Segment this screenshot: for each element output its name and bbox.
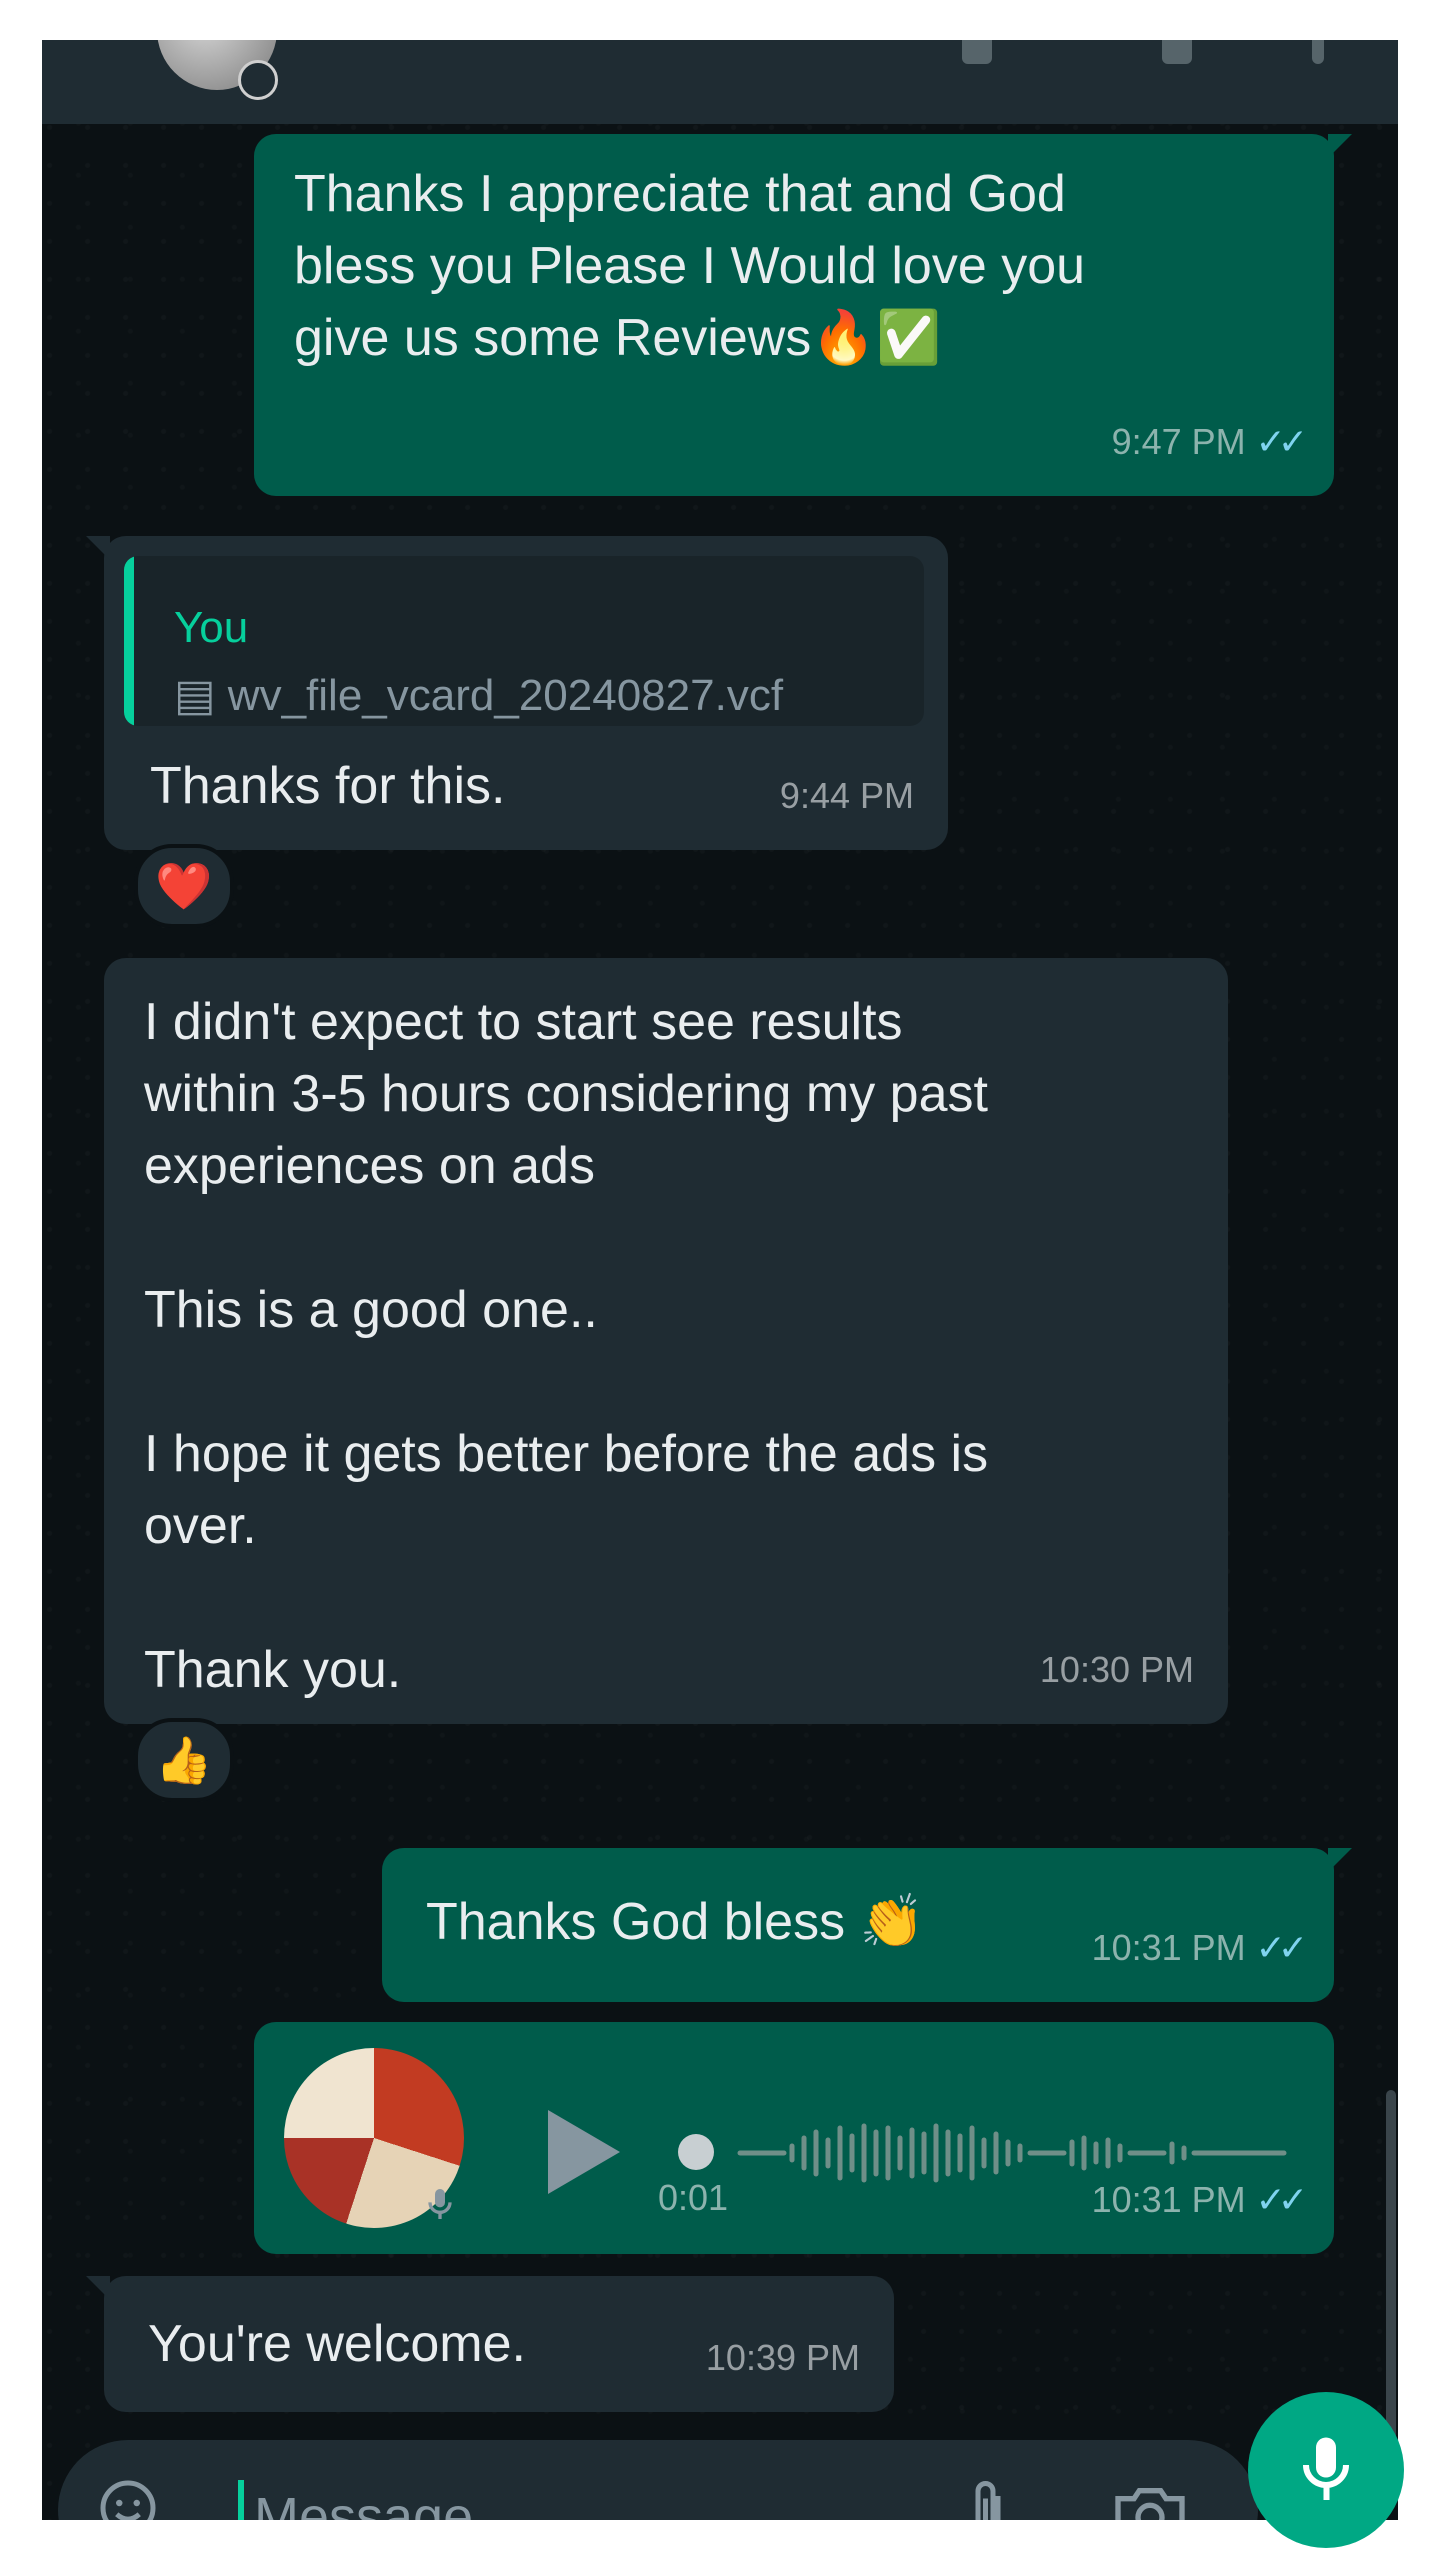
status-ring-icon	[238, 60, 278, 100]
outgoing-message[interactable]: Thanks I appreciate that and God bless y…	[254, 134, 1352, 496]
text-cursor	[238, 2480, 244, 2520]
message-text: Thanks I appreciate that and God bless y…	[294, 165, 1086, 367]
message-time: 9:47 PM	[1111, 421, 1246, 462]
message-meta: 10:31 PM ✓✓	[1091, 1912, 1308, 1984]
message-time: 10:30 PM	[1039, 1649, 1194, 1690]
incoming-message[interactable]: You're welcome. 10:39 PM	[86, 2276, 894, 2412]
message-time: 10:39 PM	[705, 2337, 860, 2378]
voice-duration: 0:01	[658, 2177, 729, 2218]
read-ticks-icon: ✓✓	[1255, 421, 1308, 462]
emoji-icon[interactable]	[98, 2478, 158, 2520]
quote-file: ▤ wv_file_vcard_20240827.vcf	[174, 660, 783, 726]
video-call-icon[interactable]	[962, 40, 992, 64]
incoming-message[interactable]: You ▤ wv_file_vcard_20240827.vcf Thanks …	[86, 536, 948, 850]
document-icon: ▤	[174, 671, 228, 720]
message-composer: Message	[58, 2440, 1258, 2520]
message-time: 9:44 PM	[779, 775, 914, 816]
chat-screen: Thanks I appreciate that and God bless y…	[42, 40, 1398, 2520]
voice-call-icon[interactable]	[1162, 40, 1192, 64]
mic-icon	[1303, 2437, 1349, 2500]
message-input[interactable]: Message	[254, 2486, 473, 2520]
scrollbar[interactable]	[1386, 2090, 1396, 2450]
message-meta: 9:47 PM ✓✓	[1111, 406, 1308, 478]
incoming-message[interactable]: I didn't expect to start see results wit…	[104, 958, 1228, 1724]
mic-badge-icon	[428, 2189, 452, 2219]
chat-header	[42, 40, 1398, 124]
quote-author: You	[174, 603, 249, 652]
message-time: 10:31 PM	[1091, 1927, 1246, 1968]
attach-icon[interactable]	[958, 2476, 1018, 2520]
quote-file-name: wv_file_vcard_20240827.vcf	[227, 671, 784, 720]
mic-button[interactable]	[1248, 2392, 1404, 2548]
more-options-icon[interactable]	[1312, 40, 1324, 64]
voice-message[interactable]: 0:01 10:31 PM ✓✓	[254, 2022, 1334, 2254]
message-meta: 10:31 PM ✓✓	[1091, 2164, 1308, 2236]
play-icon[interactable]	[548, 2110, 620, 2194]
quoted-message[interactable]: You ▤ wv_file_vcard_20240827.vcf	[124, 556, 924, 726]
camera-icon[interactable]	[1110, 2480, 1190, 2520]
message-text: Thanks for this.	[150, 757, 506, 815]
read-ticks-icon: ✓✓	[1255, 1927, 1308, 1968]
reaction-badge[interactable]: ❤️	[134, 844, 234, 928]
reaction-badge[interactable]: 👍	[134, 1718, 234, 1802]
message-text: I didn't expect to start see results wit…	[144, 993, 989, 1699]
message-time: 10:31 PM	[1091, 2179, 1246, 2220]
quote-accent-bar	[124, 556, 134, 726]
outgoing-message[interactable]: Thanks God bless 👏 10:31 PM ✓✓	[382, 1848, 1352, 2002]
read-ticks-icon: ✓✓	[1255, 2179, 1308, 2220]
